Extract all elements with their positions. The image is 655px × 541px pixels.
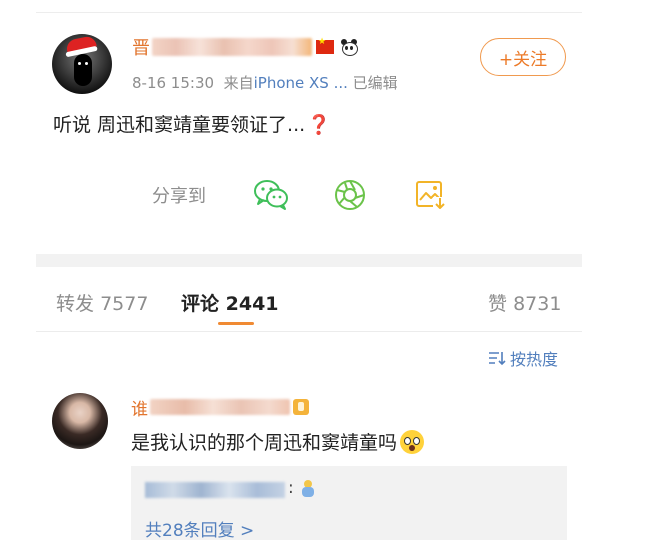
post-meta: 8-16 15:30 来自iPhone XS ... 已编辑 <box>132 72 398 93</box>
comment-content: 是我认识的那个周迅和窦靖童吗 <box>131 428 425 455</box>
author-name-visible[interactable]: 晋 <box>132 34 150 60</box>
tab-likes[interactable]: 赞 8731 <box>488 289 561 316</box>
author-name-blurred <box>152 38 312 56</box>
replies-preview[interactable]: : 共28条回复 > <box>131 466 567 541</box>
post-source-prefix: 来自 <box>223 74 254 92</box>
share-label: 分享到 <box>152 186 206 207</box>
follow-button[interactable]: +关注 <box>480 38 566 76</box>
edited-label: 已编辑 <box>352 74 398 92</box>
author-name[interactable]: 晋 <box>132 34 358 60</box>
tabs-divider <box>36 331 582 332</box>
weibo-post-detail: 晋 8-16 15:30 来自iPhone XS ... 已编辑 +关注 听说 … <box>0 0 655 541</box>
comment-text: 是我认识的那个周迅和窦靖童吗 <box>131 432 398 454</box>
post-text: 听说 周迅和窦靖童要领证了... <box>53 114 306 136</box>
surprised-face-icon <box>400 429 425 454</box>
santa-hat-graphic <box>65 35 97 53</box>
save-image-icon[interactable] <box>414 178 448 212</box>
sort-by-hot-button[interactable]: 按热度 <box>488 346 558 370</box>
reply-preview-blurred <box>145 482 285 498</box>
post-content: 听说 周迅和窦靖童要领证了... ❓ <box>53 110 331 137</box>
panda-icon <box>340 39 358 56</box>
top-divider <box>36 12 582 13</box>
commenter-name[interactable]: 谁 <box>131 395 309 420</box>
tab-comments[interactable]: 评论 2441 <box>181 289 279 316</box>
reply-colon: : <box>288 478 294 498</box>
sort-icon <box>489 352 506 366</box>
active-tab-indicator <box>218 322 254 325</box>
tab-reposts[interactable]: 转发 7577 <box>56 289 148 316</box>
wechat-icon[interactable] <box>252 178 292 212</box>
moments-icon[interactable] <box>333 178 367 212</box>
commenter-avatar[interactable] <box>52 393 108 449</box>
china-flag-icon <box>316 37 334 54</box>
sort-label: 按热度 <box>510 350 559 369</box>
post-timestamp: 8-16 15:30 <box>132 74 215 92</box>
author-avatar[interactable] <box>52 34 112 94</box>
section-separator <box>36 254 582 267</box>
avatar-figure <box>74 54 92 86</box>
figure-emoji-icon <box>301 480 315 498</box>
more-replies-link[interactable]: 共28条回复 > <box>145 516 254 541</box>
commenter-name-blurred <box>150 399 290 415</box>
commenter-name-visible[interactable]: 谁 <box>131 395 148 420</box>
question-mark-emoji: ❓ <box>307 114 331 136</box>
post-device[interactable]: iPhone XS ... <box>254 74 348 92</box>
member-badge-icon <box>293 399 309 415</box>
